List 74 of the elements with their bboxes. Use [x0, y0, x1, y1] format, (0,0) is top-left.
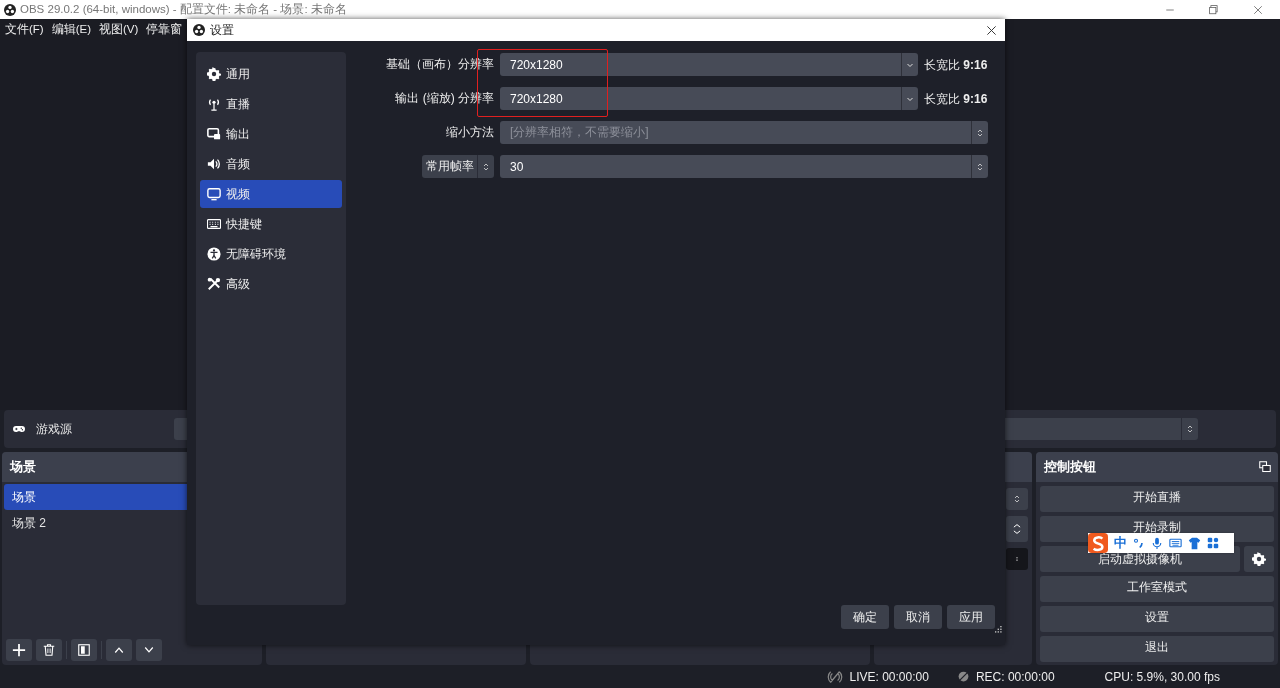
up-down-arrows-icon [1013, 493, 1021, 505]
control-button[interactable]: 开始直播 [1040, 486, 1274, 512]
chevron-down-icon [142, 645, 156, 655]
keyboard-icon [207, 217, 221, 231]
close-icon [986, 24, 997, 36]
monitor-icon [207, 127, 221, 141]
up-down-button[interactable] [1006, 516, 1028, 542]
menu-item[interactable]: 停靠窗 [146, 22, 183, 37]
close-button[interactable] [986, 24, 997, 36]
resolution-dropdown[interactable]: 720x1280 [500, 87, 918, 110]
close-icon [1253, 4, 1263, 15]
undock-icon [1258, 461, 1272, 473]
plus-icon [12, 643, 26, 657]
fps-type-dropdown[interactable]: 常用帧率 [422, 155, 494, 178]
dialog-button[interactable]: 应用 [947, 605, 995, 629]
resolution-dropdown[interactable]: 720x1280 [500, 53, 918, 76]
cpu-usage: CPU: 5.9%, 30.00 fps [1104, 669, 1220, 684]
fps-dropdown[interactable]: 30 [500, 155, 988, 178]
window-title: OBS 29.0.2 (64-bit, windows) - 配置文件: 未命名 - 场景: 未命名 [20, 2, 347, 17]
filter-icon [78, 644, 90, 656]
dock-title: 控制按钮 [1044, 458, 1096, 476]
app-logo-icon [193, 24, 205, 36]
menu-item[interactable]: 编辑(E) [51, 22, 92, 37]
menu-item[interactable]: 文件(F) [5, 22, 44, 37]
rec-time: REC: 00:00:00 [975, 669, 1055, 684]
source-name: 游戏源 [36, 420, 72, 438]
shirt-icon [1188, 536, 1201, 550]
settings-nav-item[interactable]: 无障碍环境 [200, 240, 342, 268]
dialog-button[interactable]: 取消 [894, 605, 942, 629]
control-button[interactable]: 退出 [1040, 636, 1274, 662]
move-up-button[interactable] [106, 639, 132, 661]
filter-button[interactable] [71, 639, 97, 661]
settings-nav-item[interactable]: 输出 [200, 120, 342, 148]
accessibility-icon [207, 247, 221, 261]
move-down-button[interactable] [136, 639, 162, 661]
dock-title: 场景 [10, 458, 36, 476]
settings-nav-item[interactable]: 通用 [200, 60, 342, 88]
dialog-button[interactable]: 确定 [841, 605, 889, 629]
aspect-ratio-text: 长宽比 9:16 [924, 56, 988, 74]
field-label: 缩小方法 [445, 124, 494, 141]
app-logo-icon [4, 3, 16, 16]
remove-button[interactable] [36, 639, 62, 661]
settings-button[interactable] [1244, 546, 1274, 572]
punctuation-icon [1133, 537, 1145, 549]
up-down-chevrons-icon [1012, 521, 1022, 537]
keyboard-icon [1169, 537, 1182, 549]
aspect-ratio-text: 长宽比 9:16 [924, 90, 988, 108]
dialog-title: 设置 [210, 21, 234, 39]
maximize-icon [1209, 4, 1219, 15]
settings-nav-item[interactable]: 直播 [200, 90, 342, 118]
settings-nav-item[interactable]: 视频 [200, 180, 342, 208]
antenna-icon [207, 97, 221, 111]
control-button[interactable]: 设置 [1040, 606, 1274, 632]
resize-grip-icon [995, 626, 1002, 633]
tools-icon [207, 277, 221, 291]
menu-item[interactable]: 视图(V) [99, 22, 139, 37]
gear-icon [1252, 552, 1266, 566]
apps-grid-icon [1207, 537, 1219, 549]
settings-nav-item[interactable]: 音频 [200, 150, 342, 178]
microphone-icon [1151, 536, 1163, 550]
speaker-icon [207, 157, 221, 171]
settings-nav-item[interactable]: 高级 [200, 270, 342, 298]
no-signal-icon [827, 669, 844, 684]
up-down-arrows-icon [1186, 423, 1194, 435]
control-button[interactable]: 工作室模式 [1040, 576, 1274, 602]
record-off-icon [956, 670, 970, 683]
chevron-up-icon [112, 645, 126, 655]
screen-icon [207, 187, 221, 201]
gear-icon [207, 67, 221, 81]
add-button[interactable] [6, 639, 32, 661]
trash-icon [43, 643, 55, 657]
live-time: LIVE: 00:00:00 [849, 669, 929, 684]
gamepad-icon [12, 423, 26, 435]
settings-nav-item[interactable]: 快捷键 [200, 210, 342, 238]
